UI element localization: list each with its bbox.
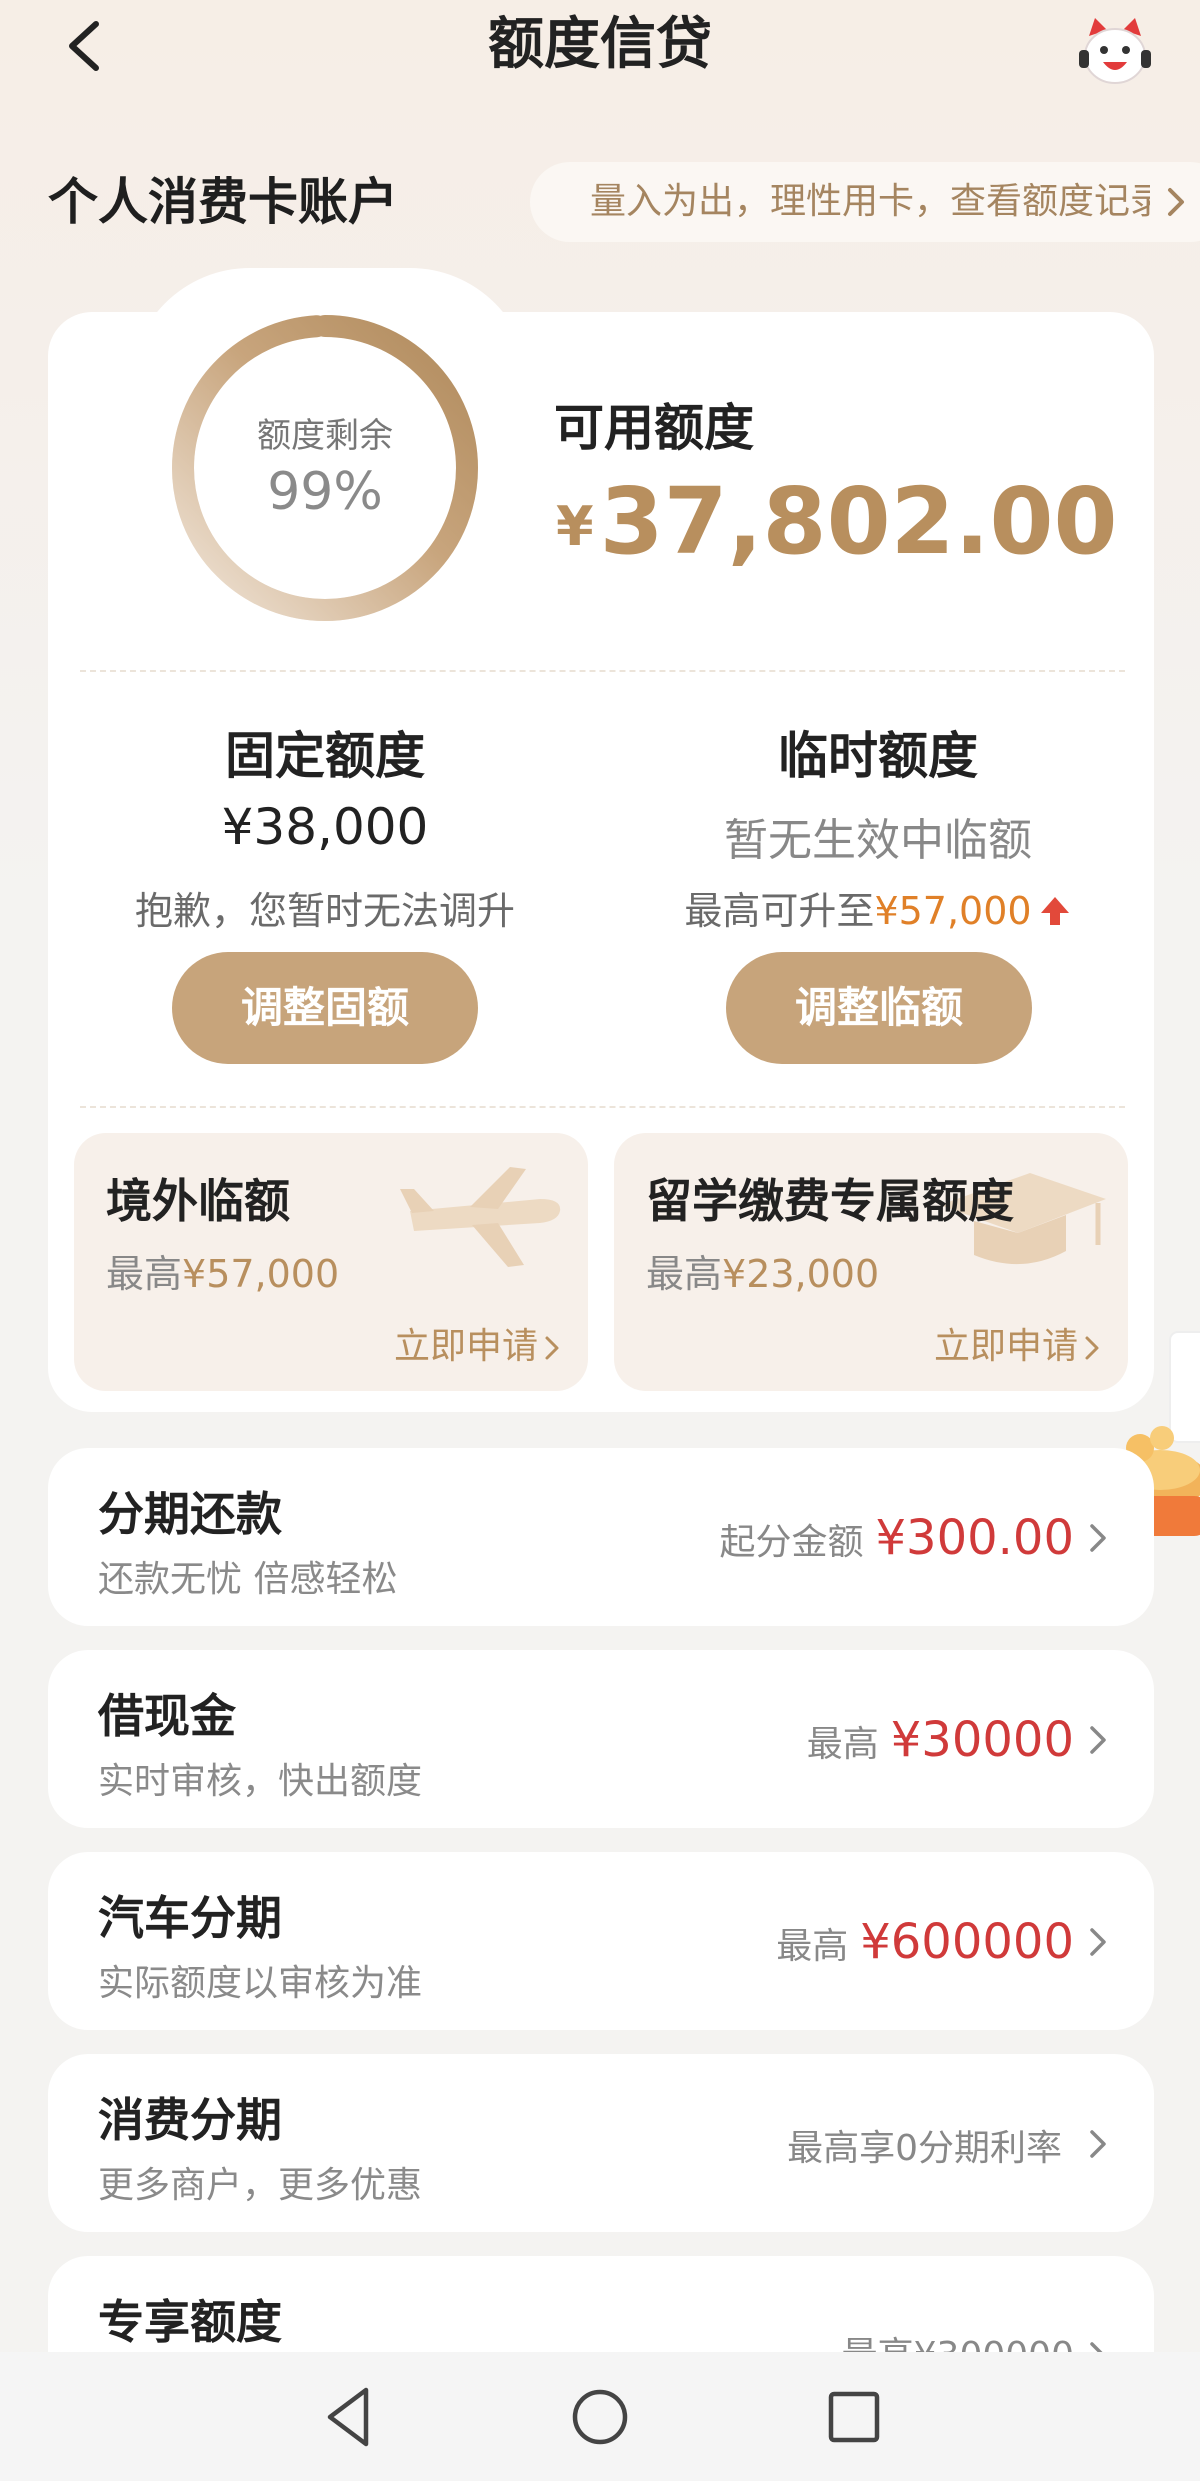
available-quota-amount: ¥37,802.00 — [556, 468, 1118, 575]
service-value-prefix: 最高享0分期利率 — [787, 2128, 1062, 2169]
service-title: 消费分期 — [98, 2093, 282, 2147]
service-value: 最高 ¥30000 — [807, 1710, 1074, 1781]
service-value: 最高享0分期利率 — [787, 2114, 1074, 2185]
service-value-prefix: 最高 — [776, 1926, 849, 1967]
temp-note-amount: ¥57,000 — [874, 889, 1032, 933]
promo-title: 境外临额 — [106, 1174, 290, 1228]
chevron-right-icon — [1168, 188, 1184, 216]
nav-back-icon[interactable] — [316, 2382, 380, 2452]
apply-now-link[interactable]: 立即申请 — [934, 1317, 1100, 1369]
service-subtitle: 实际额度以审核为准 — [98, 1963, 423, 2004]
available-amount-value: 37,802.00 — [599, 468, 1118, 575]
tip-banner[interactable]: 量入为出，理性用卡，查看额度记录 — [530, 162, 1200, 242]
apply-now-link[interactable]: 立即申请 — [394, 1317, 560, 1369]
service-value-amount: ¥600000 — [860, 1914, 1074, 1970]
temp-quota-title: 临时额度 — [778, 727, 978, 785]
chevron-right-icon — [1090, 1524, 1106, 1552]
service-subtitle: 更多商户，更多优惠 — [98, 2165, 423, 2206]
available-quota-label: 可用额度 — [554, 399, 754, 457]
currency-symbol: ¥ — [556, 495, 594, 558]
fixed-quota-note: 抱歉，您暂时无法调升 — [134, 889, 515, 933]
apply-now-label: 立即申请 — [933, 1326, 1078, 1367]
promo-sub-amount: ¥23,000 — [722, 1252, 880, 1296]
divider — [80, 1106, 1125, 1108]
service-subtitle: 还款无忧 倍感轻松 — [98, 1559, 398, 1600]
promo-title: 留学缴费专属额度 — [646, 1174, 1014, 1228]
temp-quota-status: 暂无生效中临额 — [724, 815, 1032, 866]
fixed-quota-title: 固定额度 — [225, 727, 425, 785]
apply-now-label: 立即申请 — [393, 1326, 538, 1367]
system-navigation-bar — [0, 2352, 1200, 2481]
service-item-cash-loan[interactable]: 借现金 实时审核，快出额度 最高 ¥30000 — [48, 1650, 1154, 1828]
service-value: 起分金额 ¥300.00 — [719, 1508, 1074, 1579]
service-title: 借现金 — [98, 1689, 236, 1743]
ring-value: 99% — [267, 462, 383, 522]
nav-recent-apps-icon[interactable] — [822, 2382, 886, 2452]
promo-sub: 最高¥57,000 — [106, 1243, 339, 1298]
promo-card-overseas[interactable]: 境外临额 最高¥57,000 立即申请 — [74, 1133, 588, 1391]
service-value-amount: ¥30000 — [890, 1712, 1074, 1768]
top-bar: 额度信贷 — [0, 0, 1200, 100]
tip-text: 量入为出，理性用卡，查看额度记录 — [590, 181, 1150, 222]
service-title: 汽车分期 — [98, 1891, 282, 1945]
promo-sub-amount: ¥57,000 — [182, 1252, 340, 1296]
account-title: 个人消费卡账户 — [48, 173, 398, 231]
service-title: 专享额度 — [98, 2295, 282, 2349]
arrow-up-icon — [1040, 897, 1069, 925]
fixed-quota-amount: ¥38,000 — [221, 798, 429, 856]
chevron-right-icon — [1090, 1928, 1106, 1956]
promo-sub-prefix: 最高 — [646, 1252, 723, 1296]
service-subtitle: 实时审核，快出额度 — [98, 1761, 423, 1802]
promo-sub-prefix: 最高 — [106, 1252, 183, 1296]
service-item-consumer-installment[interactable]: 消费分期 更多商户，更多优惠 最高享0分期利率 — [48, 2054, 1154, 2232]
service-value-prefix: 最高 — [806, 1724, 879, 1765]
service-item-installment-repayment[interactable]: 分期还款 还款无忧 倍感轻松 起分金额 ¥300.00 — [48, 1448, 1154, 1626]
ring-label: 额度剩余 — [257, 416, 393, 456]
chevron-right-icon — [1085, 1336, 1099, 1360]
service-title: 分期还款 — [98, 1487, 282, 1541]
service-value: 最高 ¥600000 — [776, 1912, 1074, 1983]
service-value-amount: ¥300.00 — [875, 1510, 1075, 1566]
chevron-right-icon — [1090, 2130, 1106, 2158]
service-value-prefix: 起分金额 — [719, 1522, 864, 1563]
customer-service-mascot-icon[interactable] — [1075, 12, 1155, 92]
service-item-car-installment[interactable]: 汽车分期 实际额度以审核为准 最高 ¥600000 — [48, 1852, 1154, 2030]
promo-card-study-abroad[interactable]: 留学缴费专属额度 最高¥23,000 立即申请 — [614, 1133, 1128, 1391]
airplane-icon — [400, 1167, 561, 1267]
temp-note-prefix: 最高可升至 — [684, 889, 875, 933]
adjust-temp-quota-button[interactable]: 调整临额 — [726, 952, 1032, 1064]
nav-home-icon[interactable] — [568, 2382, 632, 2452]
temp-quota-note: 最高可升至¥57,000 — [598, 880, 1158, 935]
chevron-right-icon — [545, 1336, 559, 1360]
promo-sub: 最高¥23,000 — [646, 1243, 879, 1298]
chevron-right-icon — [1090, 1726, 1106, 1754]
page-title: 额度信贷 — [488, 12, 712, 77]
adjust-fixed-quota-button[interactable]: 调整固额 — [172, 952, 478, 1064]
divider — [80, 670, 1125, 672]
